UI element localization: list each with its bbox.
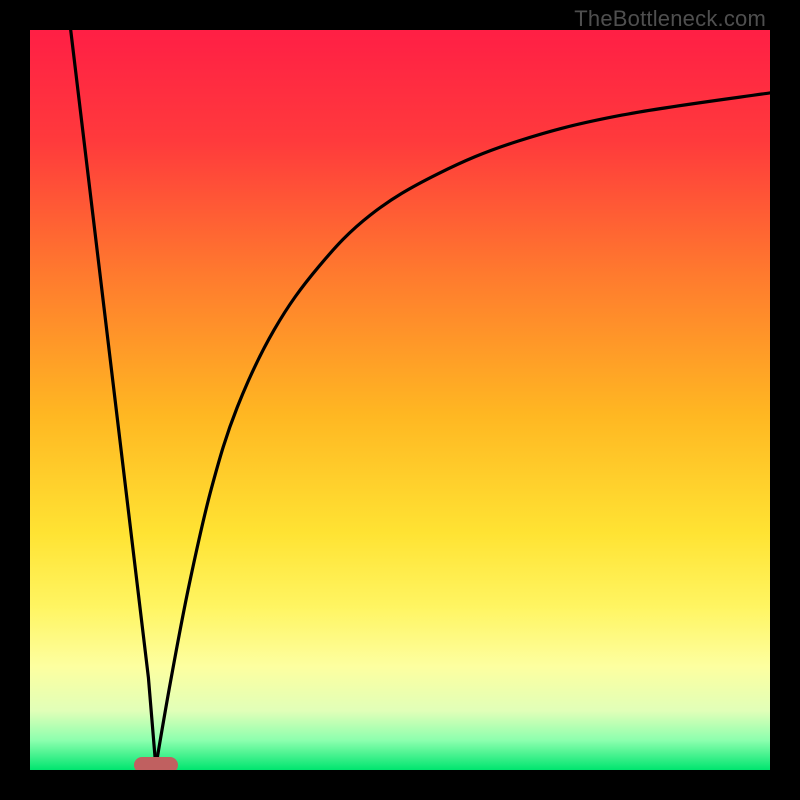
curve-layer <box>30 30 770 770</box>
curve-left-branch <box>71 30 156 766</box>
watermark-text: TheBottleneck.com <box>574 6 766 32</box>
plot-area <box>30 30 770 770</box>
curve-right-branch <box>156 93 770 766</box>
chart-frame: TheBottleneck.com <box>0 0 800 800</box>
bottleneck-marker <box>134 757 178 770</box>
